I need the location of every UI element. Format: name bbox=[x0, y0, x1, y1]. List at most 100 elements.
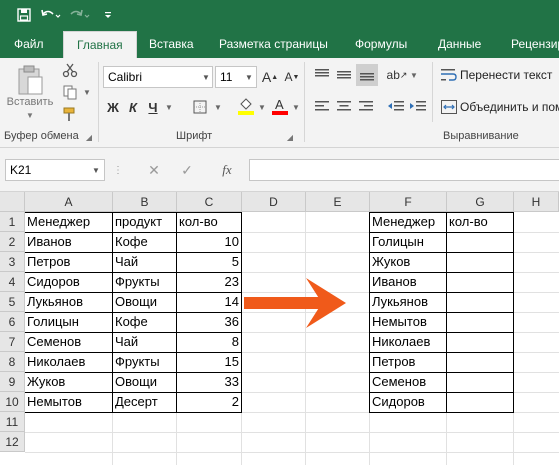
table-cell[interactable]: Сидоров bbox=[25, 272, 112, 292]
table-cell[interactable]: Николаев bbox=[370, 332, 446, 352]
table-cell[interactable]: 15 bbox=[177, 352, 241, 372]
chevron-down-icon[interactable]: ▼ bbox=[199, 67, 213, 87]
dialog-launcher-icon[interactable]: ◢ bbox=[84, 130, 94, 144]
row-header[interactable]: 6 bbox=[0, 312, 25, 332]
tab-page-layout[interactable]: Разметка страницы bbox=[219, 30, 328, 58]
table-cell[interactable]: Жуков bbox=[25, 372, 112, 392]
merge-center-button[interactable]: Объединить и пом bbox=[460, 98, 559, 116]
chevron-down-icon[interactable]: ▼ bbox=[290, 96, 302, 118]
row-header[interactable]: 5 bbox=[0, 292, 25, 312]
table-cell[interactable]: 10 bbox=[177, 232, 241, 252]
table-cell[interactable]: 8 bbox=[177, 332, 241, 352]
table-cell[interactable]: Лукьянов bbox=[370, 292, 446, 312]
wrap-text-icon[interactable] bbox=[440, 66, 458, 84]
tab-file[interactable]: Файл bbox=[14, 30, 44, 58]
column-header[interactable]: B bbox=[113, 192, 177, 212]
table-cell[interactable]: Жуков bbox=[370, 252, 446, 272]
chevron-down-icon[interactable]: ▼ bbox=[22, 110, 38, 120]
table-cell[interactable]: 2 bbox=[177, 392, 241, 412]
table-header-cell[interactable]: Менеджер bbox=[370, 212, 446, 232]
undo-icon[interactable] bbox=[36, 3, 66, 27]
row-header[interactable]: 8 bbox=[0, 352, 25, 372]
align-top-icon[interactable] bbox=[312, 66, 332, 84]
worksheet-grid[interactable]: A B C D E F G H 1 2 3 4 5 6 7 8 9 10 11 … bbox=[0, 192, 559, 465]
table-cell[interactable]: 36 bbox=[177, 312, 241, 332]
row-header[interactable]: 9 bbox=[0, 372, 25, 392]
table-cell[interactable]: Чай bbox=[113, 252, 176, 272]
table-cell[interactable]: Петров bbox=[370, 352, 446, 372]
chevron-down-icon[interactable]: ▼ bbox=[163, 96, 175, 118]
row-header[interactable]: 3 bbox=[0, 252, 25, 272]
table-cell[interactable]: 14 bbox=[177, 292, 241, 312]
table-cell[interactable]: Сидоров bbox=[370, 392, 446, 412]
font-color-icon[interactable]: A bbox=[270, 94, 290, 118]
copy-icon[interactable] bbox=[60, 82, 80, 102]
table-cell[interactable]: Немытов bbox=[370, 312, 446, 332]
table-header-cell[interactable]: продукт bbox=[113, 212, 176, 232]
decrease-font-icon[interactable]: A ▼ bbox=[282, 66, 302, 88]
column-header[interactable]: F bbox=[370, 192, 447, 212]
row-header[interactable]: 1 bbox=[0, 212, 25, 232]
table-header-cell[interactable]: кол-во bbox=[177, 212, 241, 232]
row-header[interactable]: 12 bbox=[0, 432, 25, 452]
wrap-text-button[interactable]: Перенести текст bbox=[460, 66, 559, 84]
dialog-launcher-icon[interactable]: ◢ bbox=[285, 130, 295, 144]
column-header[interactable]: H bbox=[514, 192, 559, 212]
row-header[interactable]: 7 bbox=[0, 332, 25, 352]
increase-font-icon[interactable]: A ▲ bbox=[260, 66, 280, 88]
table-header-cell[interactable]: кол-во bbox=[447, 212, 513, 232]
table-cell[interactable]: Голицын bbox=[25, 312, 112, 332]
align-center-icon[interactable] bbox=[334, 98, 354, 116]
align-middle-icon[interactable] bbox=[334, 66, 354, 84]
orientation-icon[interactable]: ab ↗ bbox=[386, 64, 408, 86]
align-bottom-icon[interactable] bbox=[356, 64, 378, 86]
table-cell[interactable]: Овощи bbox=[113, 292, 176, 312]
align-left-icon[interactable] bbox=[312, 98, 332, 116]
enter-icon[interactable]: ✓ bbox=[178, 161, 196, 179]
select-all-corner[interactable] bbox=[0, 192, 25, 212]
clipboard-icon[interactable] bbox=[12, 62, 48, 98]
row-header[interactable]: 10 bbox=[0, 392, 25, 412]
table-header-cell[interactable]: Менеджер bbox=[25, 212, 112, 232]
table-cell[interactable]: Овощи bbox=[113, 372, 176, 392]
table-cell[interactable]: Николаев bbox=[25, 352, 112, 372]
row-header[interactable]: 4 bbox=[0, 272, 25, 292]
formula-input[interactable] bbox=[249, 159, 559, 181]
paste-button[interactable]: Вставить bbox=[4, 94, 56, 110]
row-header[interactable]: 11 bbox=[0, 412, 25, 432]
increase-indent-icon[interactable] bbox=[408, 98, 428, 116]
italic-button[interactable]: К bbox=[125, 96, 141, 118]
tab-home[interactable]: Главная bbox=[63, 31, 137, 58]
table-cell[interactable]: Чай bbox=[113, 332, 176, 352]
column-header[interactable]: G bbox=[447, 192, 514, 212]
chevron-down-icon[interactable]: ▼ bbox=[89, 160, 103, 180]
font-name-select[interactable]: Calibri bbox=[103, 66, 213, 88]
table-cell[interactable]: 5 bbox=[177, 252, 241, 272]
table-cell[interactable]: 23 bbox=[177, 272, 241, 292]
table-cell[interactable]: Иванов bbox=[370, 272, 446, 292]
table-cell[interactable]: Кофе bbox=[113, 312, 176, 332]
tab-insert[interactable]: Вставка bbox=[149, 30, 194, 58]
chevron-down-icon[interactable]: ▼ bbox=[242, 67, 256, 87]
cancel-icon[interactable]: ✕ bbox=[145, 161, 163, 179]
borders-icon[interactable] bbox=[190, 96, 210, 118]
format-painter-icon[interactable] bbox=[60, 104, 80, 124]
chevron-down-icon[interactable]: ▼ bbox=[408, 66, 420, 84]
table-cell[interactable]: Фрукты bbox=[113, 352, 176, 372]
chevron-down-icon[interactable] bbox=[96, 3, 120, 27]
scissors-icon[interactable] bbox=[60, 60, 80, 80]
column-header[interactable]: A bbox=[25, 192, 113, 212]
column-header[interactable]: D bbox=[242, 192, 306, 212]
insert-function-icon[interactable]: fx bbox=[216, 161, 238, 179]
table-cell[interactable]: Голицын bbox=[370, 232, 446, 252]
tab-data[interactable]: Данные bbox=[438, 30, 481, 58]
chevron-down-icon[interactable]: ▼ bbox=[256, 96, 268, 118]
tab-review[interactable]: Рецензир bbox=[511, 30, 559, 58]
table-cell[interactable]: Кофе bbox=[113, 232, 176, 252]
fill-color-icon[interactable] bbox=[236, 94, 256, 118]
chevron-down-icon[interactable]: ▼ bbox=[212, 96, 224, 118]
align-right-icon[interactable] bbox=[356, 98, 376, 116]
table-cell[interactable]: Лукьянов bbox=[25, 292, 112, 312]
row-header[interactable]: 2 bbox=[0, 232, 25, 252]
redo-icon[interactable] bbox=[66, 3, 96, 27]
